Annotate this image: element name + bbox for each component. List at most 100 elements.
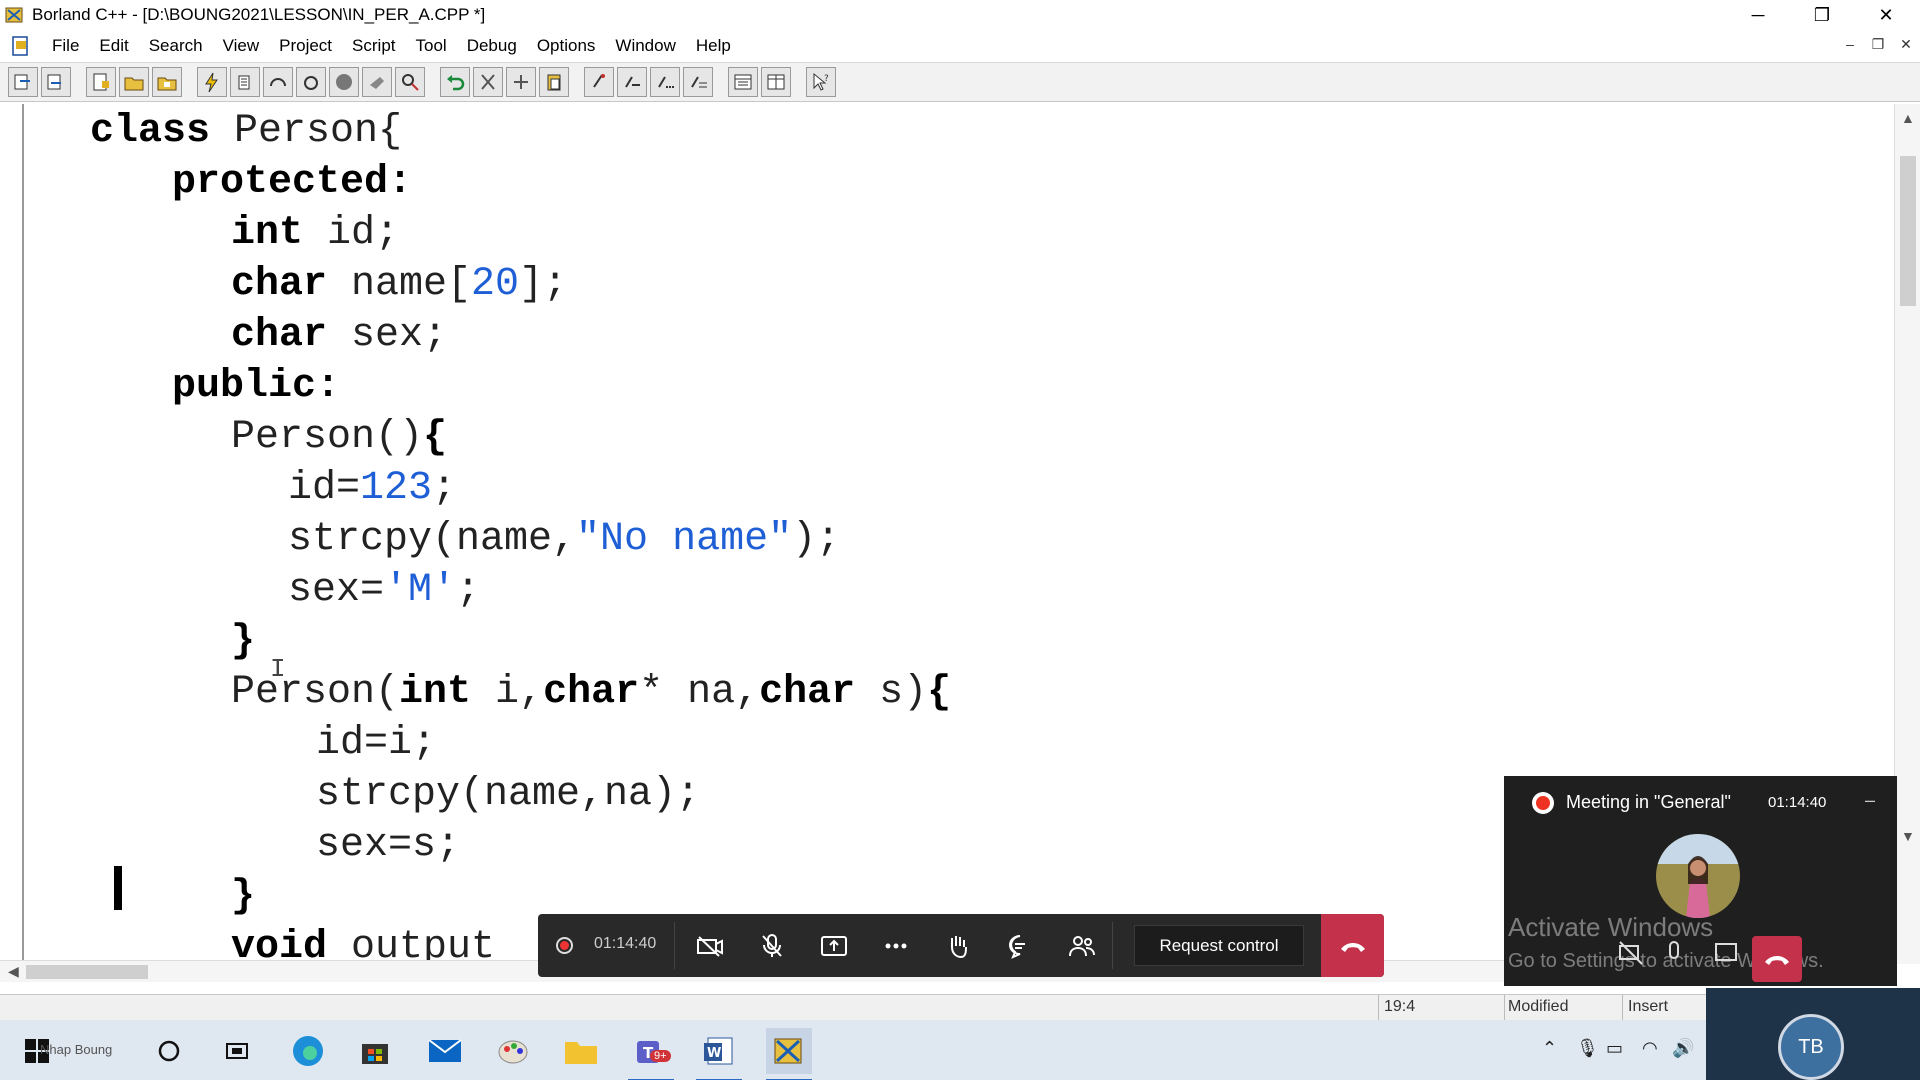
chat-button[interactable] [1002,928,1038,964]
step-over-button[interactable] [263,67,293,97]
inspect-button[interactable] [395,67,425,97]
browse-button[interactable] [683,67,713,97]
mdi-restore-button[interactable]: ❐ [1868,36,1888,56]
help-button[interactable]: ? [806,67,836,97]
menu-debug[interactable]: Debug [457,36,527,56]
undo-button[interactable] [440,67,470,97]
wifi-icon[interactable]: ◠ [1642,1038,1658,1059]
status-bar: 19:4 Modified Insert [0,994,1920,1021]
cortana-circle-icon [158,1040,180,1062]
open-file-button[interactable] [119,67,149,97]
word-button[interactable]: W [696,1028,742,1080]
store-button[interactable] [352,1028,398,1074]
new-file-button[interactable] [86,67,116,97]
menu-help[interactable]: Help [686,36,741,56]
task-view-button[interactable] [214,1028,260,1074]
search-box-text[interactable]: Nhap Boung [40,1042,112,1057]
text-cursor [114,866,122,910]
browse-icon [691,76,707,88]
teams-badge: 9+ [650,1050,671,1062]
search-pin-icon [593,74,605,88]
microphone-tray-icon[interactable]: 🎙 [1576,1038,1599,1059]
cursor-position: 19:4 [1384,998,1416,1015]
code-line-13: id=i; [316,721,437,766]
scroll-left-icon[interactable]: ◀ [8,963,19,980]
save-folder-icon [157,77,177,91]
tile-window-button[interactable] [761,67,791,97]
restore-button[interactable]: ❐ [1790,0,1854,30]
word-icon: W [704,1037,733,1065]
tray-chevron-up-icon[interactable]: ⌃ [1542,1038,1557,1059]
edge-browser-button[interactable] [285,1028,331,1074]
make-button[interactable] [197,67,227,97]
close-button[interactable]: ✕ [1854,0,1918,30]
insert-mode-indicator: Insert [1628,998,1669,1015]
vertical-scrollbar[interactable]: ▲ ▼ [1894,104,1920,964]
cut-button[interactable] [473,67,503,97]
hang-up-button[interactable] [1321,914,1384,977]
minimize-button[interactable]: ─ [1726,0,1790,30]
scroll-down-icon[interactable]: ▼ [1901,828,1915,844]
raise-hand-button[interactable] [940,928,976,964]
menu-options[interactable]: Options [527,36,606,56]
code-line-16: } [231,874,256,919]
borland-taskbar-button[interactable] [766,1028,812,1080]
step-into-button[interactable] [296,67,326,97]
menu-script[interactable]: Script [342,36,405,56]
message-window-button[interactable] [728,67,758,97]
volume-icon[interactable]: 🔊 [1672,1038,1694,1059]
cut-icon [481,74,495,90]
inspect-icon [402,74,419,91]
menu-search[interactable]: Search [139,36,213,56]
scroll-up-icon[interactable]: ▲ [1901,110,1915,126]
menu-view[interactable]: View [213,36,270,56]
search-again-button[interactable] [617,67,647,97]
code-line-8: id=123; [288,466,457,511]
menu-file[interactable]: File [42,36,89,56]
mic-off-icon [762,934,782,957]
user-avatar[interactable]: TB [1778,1014,1844,1080]
mdi-minimize-button[interactable]: – [1840,36,1860,56]
borland-app-icon [5,7,23,23]
folder-icon [565,1042,597,1064]
menu-edit[interactable]: Edit [89,36,138,56]
paste-icon [547,74,561,91]
more-options-button[interactable] [878,928,914,964]
paint-button[interactable] [490,1028,536,1074]
copy-button[interactable] [506,67,536,97]
menu-project[interactable]: Project [269,36,342,56]
paste-button[interactable] [539,67,569,97]
stop-button[interactable] [329,67,359,97]
code-line-4: char name[20]; [231,262,568,307]
build-button[interactable] [230,67,260,97]
participants-button[interactable] [1064,928,1100,964]
save-file-button[interactable] [152,67,182,97]
code-line-5: char sex; [231,313,448,358]
mini-hang-up-button[interactable] [1752,936,1802,982]
horizontal-scroll-thumb[interactable] [26,965,148,979]
cortana-button[interactable] [146,1028,192,1074]
menu-tool[interactable]: Tool [406,36,457,56]
run-to-cursor-button[interactable] [362,67,392,97]
vertical-scroll-thumb[interactable] [1900,156,1916,306]
teams-button[interactable]: T 9+ [628,1028,674,1080]
menu-window[interactable]: Window [605,36,685,56]
file-explorer-button[interactable] [558,1028,604,1074]
mail-button[interactable] [422,1028,468,1074]
mdi-close-button[interactable]: ✕ [1896,36,1916,56]
search-button[interactable] [584,67,614,97]
mic-toggle-button[interactable] [754,928,790,964]
share-screen-button[interactable] [816,928,852,964]
raise-hand-icon [951,936,967,959]
replace-button[interactable] [650,67,680,97]
code-line-14: strcpy(name,na); [316,772,701,817]
code-line-10: sex='M'; [288,568,481,613]
request-control-button[interactable]: Request control [1134,925,1304,966]
battery-icon[interactable]: ▭ [1606,1038,1623,1059]
minimize-meeting-icon[interactable]: – [1865,790,1875,811]
mail-envelope-icon [428,1039,462,1062]
camera-toggle-button[interactable] [692,928,728,964]
open-project-button[interactable] [8,67,38,97]
save-project-button[interactable] [41,67,71,97]
window-icon [734,74,752,90]
